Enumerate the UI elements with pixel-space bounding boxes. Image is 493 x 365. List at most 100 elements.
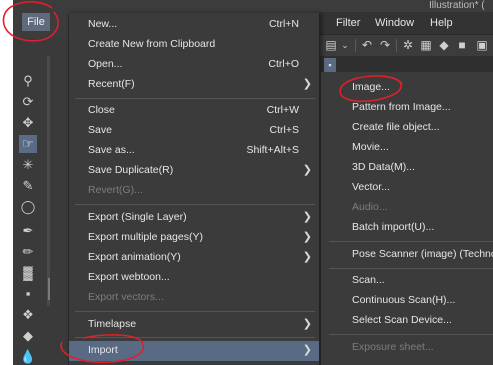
submenu-item-label: Scan... [352,274,385,286]
menu-item-new[interactable]: New... Ctrl+N [69,15,319,35]
magnifier-icon[interactable]: ⚲ [19,72,37,90]
auto-select-icon[interactable]: ✳ [19,156,37,174]
menu-item-export-webtoon[interactable]: Export webtoon... [69,268,319,288]
crop-icon[interactable]: ▣ [475,38,489,52]
menu-item-label: Save [88,124,112,136]
submenu-item-pattern-from-image[interactable]: Pattern from Image... [321,98,493,118]
submenu-item-continuous-scan[interactable]: Continuous Scan(H)... [321,291,493,311]
eraser-icon[interactable]: ◆ [19,327,37,345]
menu-item-label: Create New from Clipboard [88,38,216,50]
chevron-right-icon: ❯ [302,344,312,356]
menu-item-label: Revert(G)... [88,184,143,196]
menu-filter[interactable]: Filter [336,17,360,29]
submenu-item-3d-data[interactable]: 3D Data(M)... [321,158,493,178]
tool-panel-edge [47,56,50,306]
menu-separator [75,98,315,99]
submenu-item-label: Image... [352,81,390,93]
submenu-item-label: Vector... [352,181,390,193]
menu-bar: Filter Window Help [320,12,493,34]
toolbar-divider [396,39,397,52]
shortcut-label: Ctrl+S [269,124,299,136]
submenu-item-label: Pose Scanner (image) (Technolog [352,248,493,260]
menu-separator [329,241,493,242]
submenu-item-label: Exposure sheet... [352,341,434,353]
lasso-icon[interactable]: ◯ [19,198,37,216]
menu-item-import[interactable]: Import ❯ [69,341,319,361]
submenu-item-label: Movie... [352,141,389,153]
redo-icon[interactable]: ↷ [378,38,392,52]
shortcut-label: Ctrl+W [266,104,299,116]
menu-separator [75,204,315,205]
chevron-right-icon: ❯ [302,78,312,90]
undo-icon[interactable]: ↶ [360,38,374,52]
menu-help[interactable]: Help [430,17,453,29]
menu-item-label: New... [88,18,118,30]
command-bar: ▤ ⌄ ↶ ↷ ✲ ▦ ◆ ■ ▣ [320,34,493,56]
menu-item-label: Save Duplicate(R) [88,164,174,176]
file-menu: New... Ctrl+N Create New from Clipboard … [68,13,320,365]
menu-item-save[interactable]: Save Ctrl+S [69,121,319,141]
submenu-item-create-file-object[interactable]: Create file object... [321,118,493,138]
menu-window[interactable]: Window [375,17,414,29]
toolbar-divider [355,39,356,52]
brush-icon[interactable]: ▓ [19,264,37,282]
menu-item-export-single-layer[interactable]: Export (Single Layer) ❯ [69,208,319,228]
menu-item-create-from-clipboard[interactable]: Create New from Clipboard [69,35,319,55]
menu-item-export-multiple-pages[interactable]: Export multiple pages(Y) ❯ [69,228,319,248]
menu-item-save-duplicate[interactable]: Save Duplicate(R) ❯ [69,161,319,181]
menu-item-label: Export (Single Layer) [88,211,187,223]
menu-separator [329,268,493,269]
submenu-item-batch-import[interactable]: Batch import(U)... [321,218,493,238]
shortcut-label: Ctrl+O [268,58,299,70]
menu-item-label: Recent(F) [88,78,135,90]
file-menu-tab[interactable]: File [22,13,50,31]
chevron-right-icon: ❯ [302,231,312,243]
submenu-item-scan[interactable]: Scan... [321,271,493,291]
chevron-right-icon: ❯ [302,318,312,330]
submenu-item-label: Select Scan Device... [352,314,452,326]
menu-item-recent[interactable]: Recent(F) ❯ [69,75,319,95]
move-rotate-icon[interactable]: ⟳ [19,93,37,111]
menu-item-open[interactable]: Open... Ctrl+O [69,55,319,75]
pen-icon[interactable]: ✒ [19,222,37,240]
chevron-right-icon: ❯ [302,164,312,176]
import-submenu: Image... Pattern from Image... Create fi… [320,72,493,365]
transform-icon[interactable]: ▦ [419,38,433,52]
submenu-item-pose-scanner[interactable]: Pose Scanner (image) (Technolog [321,245,493,265]
menu-item-timelapse[interactable]: Timelapse ❯ [69,315,319,335]
submenu-item-label: 3D Data(M)... [352,161,416,173]
menu-separator [75,337,315,338]
shortcut-label: Shift+Alt+S [246,144,299,156]
menu-item-export-animation[interactable]: Export animation(Y) ❯ [69,248,319,268]
move-icon[interactable]: ✥ [19,114,37,132]
menu-item-close[interactable]: Close Ctrl+W [69,101,319,121]
menu-item-label: Close [88,104,115,116]
menu-separator [329,334,493,335]
decoration-icon[interactable]: ❖ [19,306,37,324]
fill-icon[interactable]: ◆ [437,38,451,52]
layer-icon[interactable]: ▤ [324,38,338,52]
menu-item-label: Export animation(Y) [88,251,181,263]
submenu-item-audio: Audio... [321,198,493,218]
pencil-icon[interactable]: ✏ [19,243,37,261]
submenu-item-movie[interactable]: Movie... [321,138,493,158]
menu-item-label: Export vectors... [88,291,164,303]
canvas-tab[interactable]: ▪ [324,58,336,72]
chevron-down-icon[interactable]: ⌄ [338,38,352,52]
submenu-item-vector[interactable]: Vector... [321,178,493,198]
submenu-item-select-scan-device[interactable]: Select Scan Device... [321,311,493,331]
tool-strip: ⚲ ⟳ ✥ ☞ ✳ ✎ ◯ ✒ ✏ ▓ ▪ ❖ ◆ 💧 [13,38,43,365]
eyedropper-icon[interactable]: ✎ [19,177,37,195]
menu-item-save-as[interactable]: Save as... Shift+Alt+S [69,141,319,161]
menu-item-label: Open... [88,58,123,70]
operation-icon[interactable]: ☞ [19,135,37,153]
menu-separator [75,311,315,312]
clear-icon[interactable]: ■ [455,38,469,52]
menu-item-label: Save as... [88,144,135,156]
tool-panel-scroll-handle[interactable] [48,278,50,300]
airbrush-icon[interactable]: ▪ [19,285,37,303]
blend-icon[interactable]: 💧 [19,348,37,365]
loading-icon[interactable]: ✲ [401,38,415,52]
submenu-item-image[interactable]: Image... [321,78,493,98]
app-window: File Illustration* ( Filter Window Help … [13,0,493,365]
